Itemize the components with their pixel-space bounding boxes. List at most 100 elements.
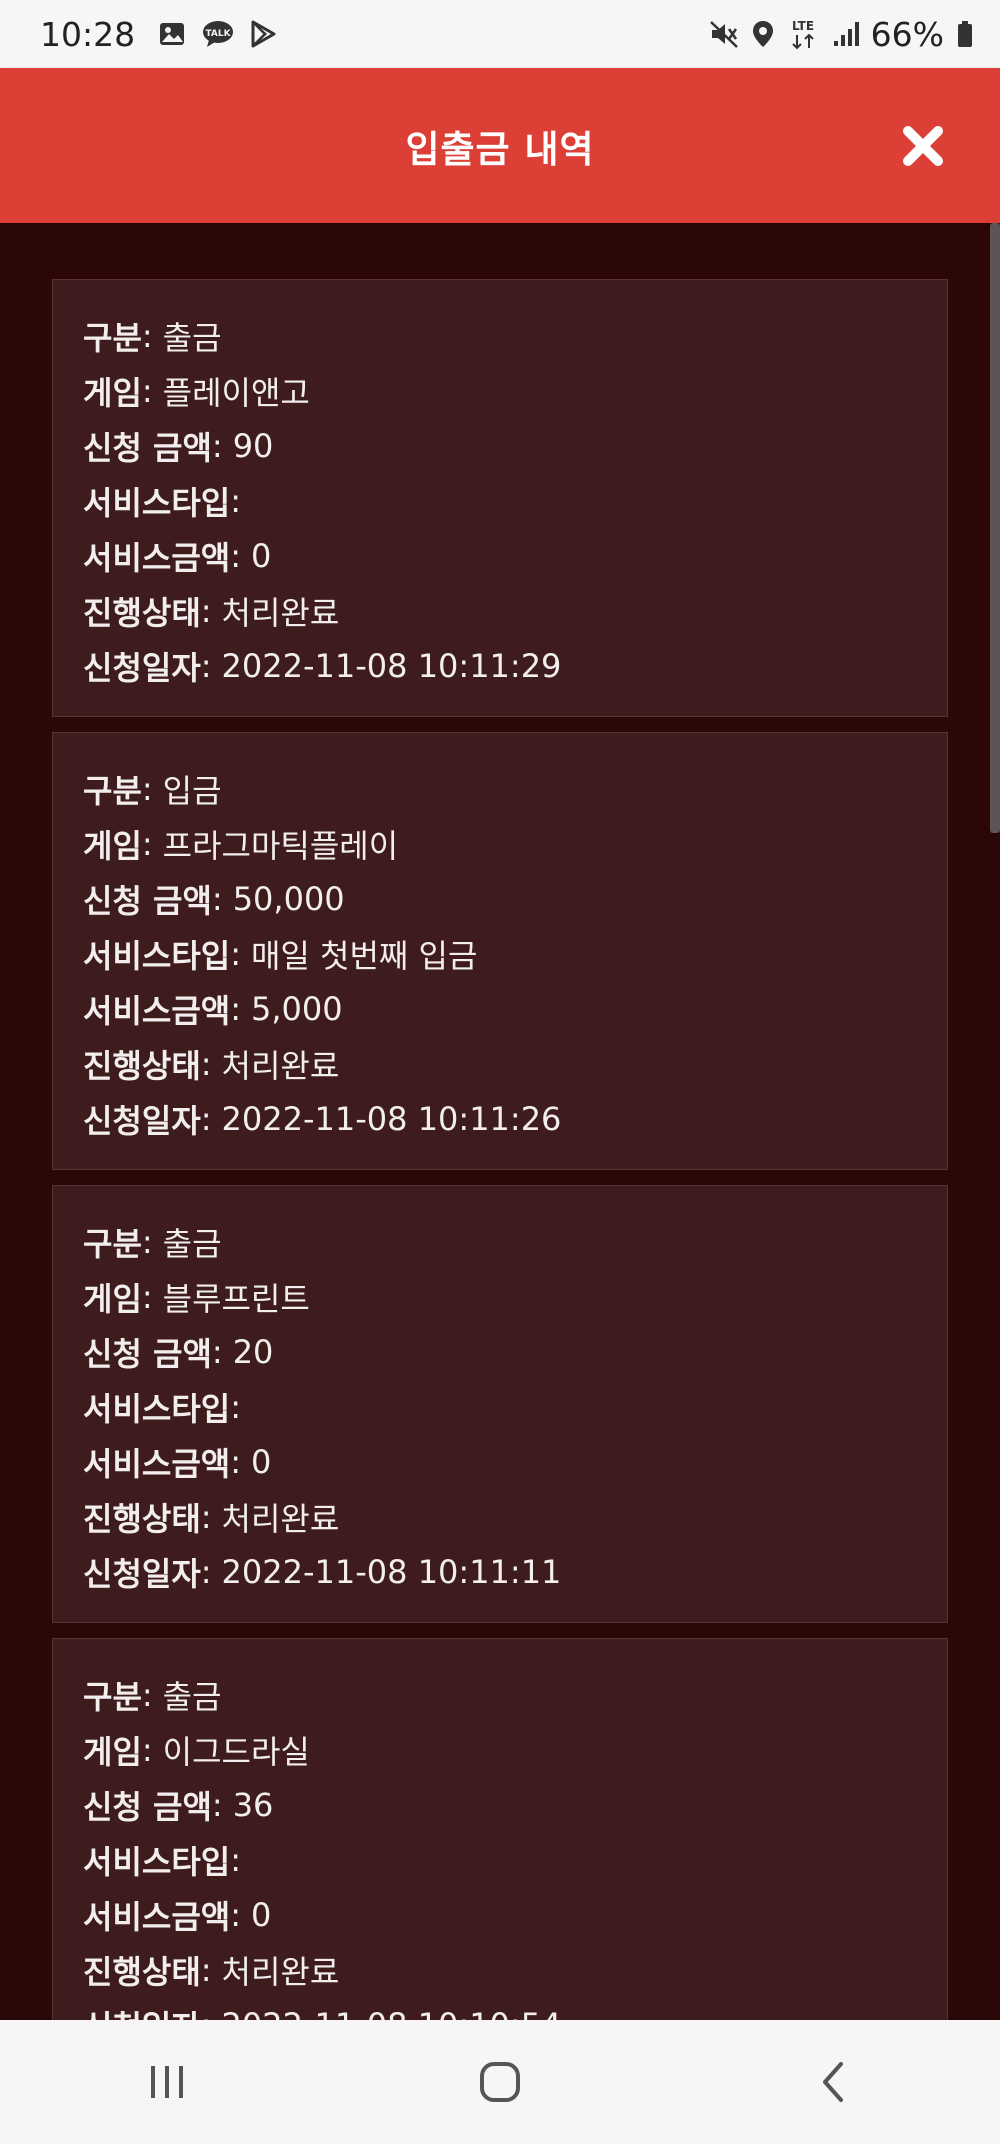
separator: :	[141, 1222, 153, 1261]
separator: :	[141, 1730, 153, 1769]
game-label: 게임	[83, 1732, 142, 1771]
separator: :	[201, 2006, 212, 2021]
separator: :	[230, 1895, 241, 1934]
image-icon	[157, 19, 187, 49]
game-row: 게임: 프라그마틱플레이	[83, 816, 917, 871]
battery-percent: 66%	[870, 14, 944, 54]
recent-apps-icon	[150, 2066, 183, 2098]
separator: :	[211, 426, 223, 465]
service-type-row: 서비스타입:	[83, 473, 917, 528]
svg-text:LTE: LTE	[792, 19, 814, 33]
status-label: 진행상태	[83, 1952, 201, 1991]
separator: :	[230, 536, 241, 575]
game-value: 블루프린트	[162, 1279, 310, 1318]
service-amount-row: 서비스금액:0	[83, 1887, 917, 1942]
separator: :	[200, 1099, 212, 1138]
game-label: 게임	[83, 373, 142, 412]
status-value: 처리완료	[221, 1952, 340, 1991]
status-row: 진행상태: 처리완료	[83, 1036, 917, 1091]
status-bar: 10:28 TALK LTE 66%	[0, 0, 1000, 68]
amount-row: 신청 금액:90	[83, 418, 917, 473]
status-row: 진행상태: 처리완료	[83, 583, 917, 638]
type-label: 구분	[83, 1677, 142, 1716]
service-amount-label: 서비스금액	[83, 1897, 231, 1936]
service-type-label: 서비스타입	[83, 936, 231, 975]
status-time: 10:28	[40, 14, 136, 54]
recent-apps-button[interactable]	[127, 2042, 207, 2122]
amount-label: 신청 금액	[83, 881, 212, 920]
game-value: 이그드라실	[162, 1732, 310, 1771]
type-value: 입금	[162, 771, 222, 810]
separator: :	[200, 1950, 212, 1989]
service-amount-label: 서비스금액	[83, 991, 231, 1030]
type-value: 출금	[162, 1677, 222, 1716]
battery-icon	[956, 19, 974, 49]
separator: :	[141, 1277, 153, 1316]
game-value: 프라그마틱플레이	[162, 826, 399, 865]
game-value: 플레이앤고	[162, 373, 310, 412]
service-type-label: 서비스타입	[83, 1842, 231, 1881]
date-row: 신청일자:2022-11-08 10:11:26	[83, 1091, 917, 1146]
history-card: 구분: 입금 게임: 프라그마틱플레이 신청 금액:50,000 서비스타입: 매일 …	[52, 732, 948, 1170]
talk-icon: TALK	[201, 19, 235, 49]
signal-icon	[831, 19, 861, 49]
service-type-row: 서비스타입: 매일 첫번째 입금	[83, 926, 917, 981]
service-amount-row: 서비스금액:0	[83, 1434, 917, 1489]
type-value: 출금	[162, 1224, 222, 1263]
type-row: 구분: 출금	[83, 1214, 917, 1269]
history-card: 구분: 출금 게임: 플레이앤고 신청 금액:90 서비스타입: 서비스금액:0 진…	[52, 279, 948, 717]
service-type-value: 매일 첫번째 입금	[250, 936, 478, 975]
separator: :	[141, 1675, 153, 1714]
game-row: 게임: 블루프린트	[83, 1269, 917, 1324]
service-amount-label: 서비스금액	[83, 538, 231, 577]
separator: :	[141, 824, 153, 863]
game-row: 게임: 플레이앤고	[83, 363, 917, 418]
separator: :	[200, 1044, 212, 1083]
separator: :	[230, 989, 241, 1028]
separator: :	[200, 591, 212, 630]
date-row: 신청일자:2022-11-08 10:11:29	[83, 638, 917, 693]
home-icon	[479, 2062, 520, 2102]
service-amount-value: 0	[250, 536, 272, 575]
date-label: 신청일자	[83, 648, 201, 687]
svg-text:TALK: TALK	[206, 29, 232, 39]
amount-value: 20	[232, 1332, 274, 1371]
play-store-icon	[249, 19, 277, 49]
type-label: 구분	[83, 318, 142, 357]
close-icon	[903, 125, 943, 166]
separator: :	[141, 316, 153, 355]
scrollbar[interactable]	[990, 223, 1000, 833]
game-row: 게임: 이그드라실	[83, 1722, 917, 1777]
lte-icon: LTE	[787, 17, 819, 51]
service-amount-value: 0	[250, 1895, 272, 1934]
back-button[interactable]	[793, 2042, 873, 2122]
service-type-label: 서비스타입	[83, 483, 231, 522]
separator: :	[211, 1785, 223, 1824]
date-value: 2022-11-08 10:11:11	[221, 1552, 562, 1591]
amount-value: 90	[232, 426, 274, 465]
history-card: 구분: 출금 게임: 블루프린트 신청 금액:20 서비스타입: 서비스금액:0 진…	[52, 1185, 948, 1623]
separator: :	[230, 934, 241, 973]
service-amount-row: 서비스금액:5,000	[83, 981, 917, 1036]
date-label: 신청일자	[83, 1554, 201, 1593]
type-label: 구분	[83, 1224, 142, 1263]
status-value: 처리완료	[221, 1499, 340, 1538]
date-value: 2022-11-08 10:11:29	[221, 646, 562, 685]
date-row: 신청일자:2022-11-08 10:10:54	[83, 1997, 917, 2021]
status-label: 진행상태	[83, 1046, 201, 1085]
home-button[interactable]	[460, 2042, 540, 2122]
history-list[interactable]: 구분: 출금 게임: 플레이앤고 신청 금액:90 서비스타입: 서비스금액:0 진…	[0, 223, 1000, 2020]
separator: :	[200, 646, 212, 685]
separator: :	[141, 769, 153, 808]
separator: :	[211, 879, 223, 918]
amount-row: 신청 금액:50,000	[83, 871, 917, 926]
service-amount-row: 서비스금액:0	[83, 528, 917, 583]
service-type-row: 서비스타입:	[83, 1832, 917, 1887]
status-row: 진행상태: 처리완료	[83, 1489, 917, 1544]
service-type-label: 서비스타입	[83, 1389, 231, 1428]
separator: :	[230, 1840, 241, 1879]
status-label: 진행상태	[83, 593, 201, 632]
separator: :	[211, 1332, 223, 1371]
close-button[interactable]	[898, 121, 948, 171]
date-row: 신청일자:2022-11-08 10:11:11	[83, 1544, 917, 1599]
